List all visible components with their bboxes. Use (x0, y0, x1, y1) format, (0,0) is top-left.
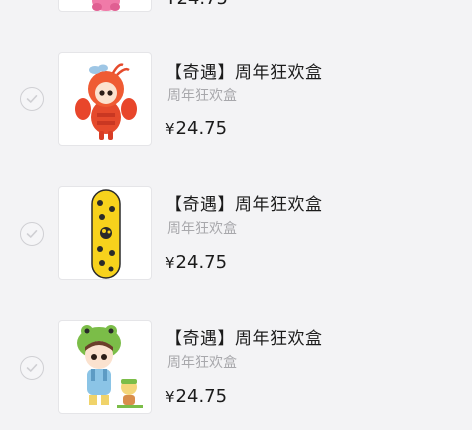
product-image-pink-figure[interactable] (58, 0, 152, 12)
product-title: 【奇遇】周年狂欢盒 (165, 195, 323, 215)
product-image[interactable] (58, 320, 152, 414)
select-checkbox[interactable] (20, 356, 44, 380)
list-item: 【奇遇】周年狂欢盒 周年狂欢盒 ¥24.75 (0, 48, 472, 166)
red-lobster-figure-icon (75, 63, 137, 140)
product-subtitle: 周年狂欢盒 (167, 355, 237, 371)
select-checkbox[interactable] (20, 222, 44, 246)
product-image[interactable] (58, 52, 152, 146)
product-price: ¥24.75 (165, 0, 228, 9)
yellow-skateboard-icon (91, 189, 121, 279)
select-checkbox[interactable] (20, 87, 44, 111)
product-price: ¥24.75 (165, 252, 228, 273)
list-item: 【奇遇】周年狂欢盒 周年狂欢盒 ¥24.75 (0, 182, 472, 300)
check-icon (26, 229, 38, 238)
product-subtitle: 周年狂欢盒 (167, 221, 237, 237)
product-price: ¥24.75 (165, 386, 228, 407)
product-title: 【奇遇】周年狂欢盒 (165, 329, 323, 349)
check-icon (26, 363, 38, 372)
product-image[interactable] (58, 186, 152, 280)
product-subtitle: 周年狂欢盒 (167, 88, 237, 104)
check-icon (26, 94, 38, 103)
pink-figure-icon (92, 0, 120, 11)
cart-list: ¥24.75 (0, 0, 472, 430)
product-price: ¥24.75 (165, 118, 228, 139)
list-item: 【奇遇】周年狂欢盒 周年狂欢盒 ¥24.75 (0, 316, 472, 430)
product-title: 【奇遇】周年狂欢盒 (165, 63, 323, 83)
green-frog-hat-figure-icon (77, 325, 143, 408)
